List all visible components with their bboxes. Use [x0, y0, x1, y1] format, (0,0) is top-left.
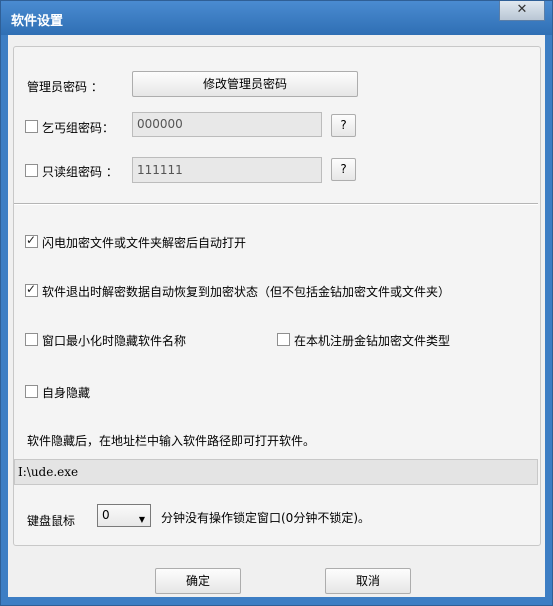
settings-panel: 管理员密码 ： 修改管理员密码 乞丐组密码： 000000 ? 只读组密码 ： …: [13, 46, 541, 546]
close-icon: ✕: [516, 2, 528, 17]
register-types-label: 在本机注册金钻加密文件类型: [294, 334, 451, 348]
readonly-group-checkbox[interactable]: [25, 164, 38, 177]
flash-open-checkbox[interactable]: [25, 233, 38, 248]
separator: [14, 203, 538, 205]
close-button[interactable]: ✕: [499, 1, 545, 21]
beggar-group-checkbox[interactable]: [25, 120, 38, 133]
admin-password-label: 管理员密码 ：: [27, 80, 103, 94]
self-hide-checkbox[interactable]: [25, 385, 38, 398]
readonly-group-label: 只读组密码 ：: [42, 165, 118, 179]
change-admin-password-button[interactable]: 修改管理员密码: [132, 71, 358, 97]
dialog-body: 管理员密码 ： 修改管理员密码 乞丐组密码： 000000 ? 只读组密码 ： …: [8, 35, 545, 597]
lock-minutes-value: 0: [102, 508, 110, 522]
lock-minutes-select[interactable]: 0 ▼: [97, 504, 151, 527]
cancel-button[interactable]: 取消: [325, 568, 411, 594]
lock-label: 键盘鼠标: [27, 514, 76, 528]
beggar-password-field[interactable]: 000000: [132, 112, 322, 137]
ok-button[interactable]: 确定: [155, 568, 241, 594]
self-hide-label: 自身隐藏: [42, 386, 91, 400]
flash-open-label: 闪电加密文件或文件夹解密后自动打开: [42, 236, 247, 250]
restore-on-exit-label: 软件退出时解密数据自动恢复到加密状态（但不包括金钻加密文件或文件夹）: [42, 285, 451, 299]
hide-name-minimized-checkbox[interactable]: [25, 333, 38, 346]
restore-on-exit-checkbox[interactable]: [25, 282, 38, 297]
register-types-checkbox[interactable]: [277, 333, 290, 346]
lock-suffix-text: 分钟没有操作锁定窗口(0分钟不锁定)。: [161, 511, 370, 525]
hide-hint-text: 软件隐藏后，在地址栏中输入软件路径即可打开软件。: [27, 434, 316, 448]
settings-window: 软件设置 ✕ 管理员密码 ： 修改管理员密码 乞丐组密码： 000000 ? 只…: [0, 0, 553, 606]
title-bar[interactable]: 软件设置 ✕: [1, 1, 552, 35]
beggar-group-label: 乞丐组密码：: [42, 121, 115, 135]
path-field[interactable]: I:\ude.exe: [14, 459, 538, 485]
readonly-password-field[interactable]: 111111: [132, 157, 322, 183]
beggar-help-button[interactable]: ?: [331, 114, 356, 137]
readonly-help-button[interactable]: ?: [331, 158, 356, 181]
chevron-down-icon: ▼: [138, 515, 145, 524]
hide-name-minimized-label: 窗口最小化时隐藏软件名称: [42, 334, 187, 348]
window-title: 软件设置: [11, 14, 64, 29]
